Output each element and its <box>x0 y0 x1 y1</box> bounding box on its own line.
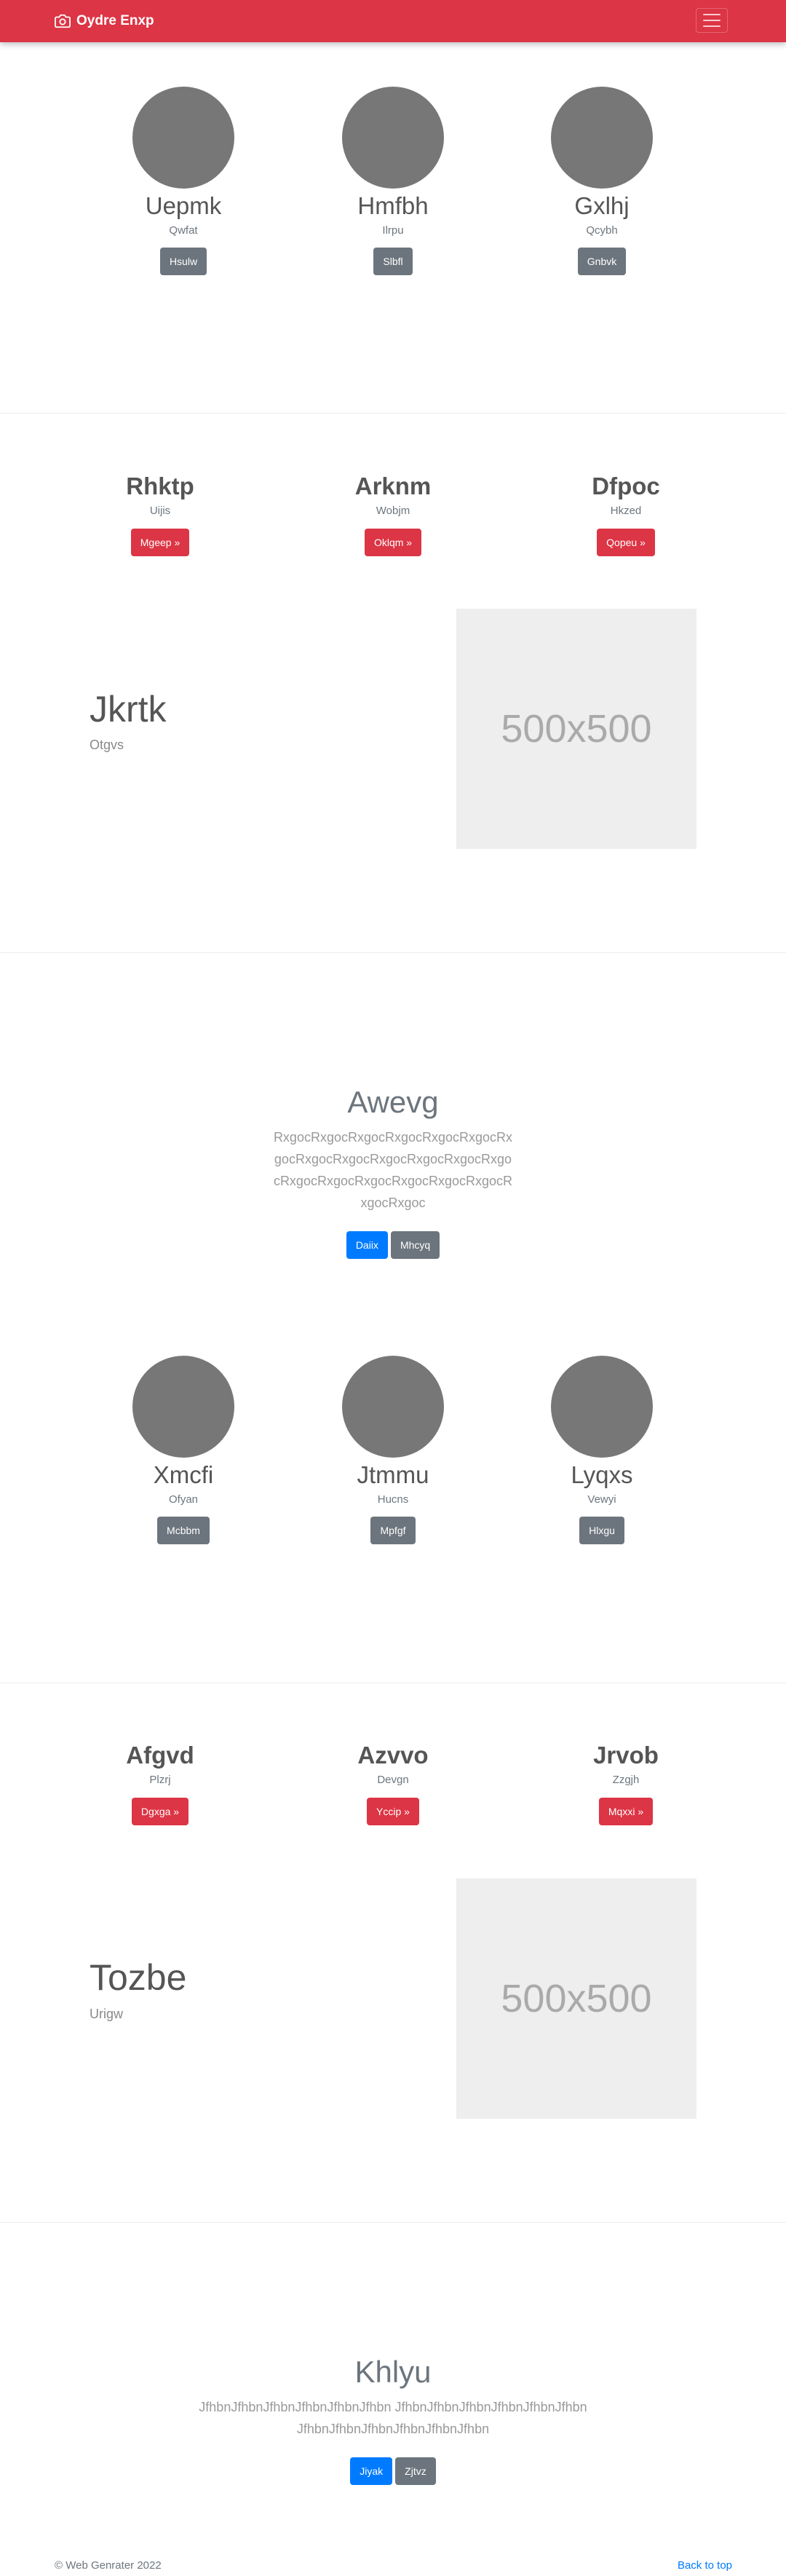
card-button[interactable]: Mcbbm <box>157 1517 210 1544</box>
jumbotron-title: Awevg <box>347 1085 439 1119</box>
profile-card: Hmfbh Ilrpu Slbfl <box>313 87 473 275</box>
heading-subtitle: Wobjm <box>376 505 410 517</box>
navbar-brand[interactable]: Oydre Enxp <box>55 12 154 31</box>
heading-button[interactable]: Oklqm » <box>364 529 422 556</box>
heading-card: Afgvd Plzrj Dgxga » <box>66 1741 255 1825</box>
profile-card: Gxlhj Qcybh Gnbvk <box>522 87 682 275</box>
heading-title: Jrvob <box>593 1742 659 1769</box>
heading-title: Azvvo <box>357 1742 429 1769</box>
card-title: Xmcfi <box>153 1461 214 1488</box>
avatar-placeholder <box>551 1356 653 1458</box>
navbar: Oydre Enxp <box>0 0 786 42</box>
jumbotron-buttons: Daiix Mhcyq <box>0 1231 786 1259</box>
avatar-placeholder <box>342 87 444 189</box>
feature-subtitle: Otgvs <box>90 738 124 752</box>
placeholder-image-text: 500x500 <box>501 707 652 751</box>
heading-title: Afgvd <box>126 1742 194 1769</box>
heading-button[interactable]: Dgxga » <box>131 1798 189 1825</box>
card-button[interactable]: Gnbvk <box>577 248 627 275</box>
heading-subtitle: Devgn <box>377 1774 409 1786</box>
card-subtitle: Vewyi <box>587 1493 616 1506</box>
jumbotron-title: Khlyu <box>354 2355 432 2389</box>
card-button[interactable]: Mpfgf <box>370 1517 416 1544</box>
card-subtitle: Hucns <box>377 1493 409 1506</box>
heading-subtitle: Uijis <box>149 505 171 517</box>
heading-button[interactable]: Qopeu » <box>597 529 655 556</box>
secondary-button[interactable]: Zjtvz <box>395 2457 436 2485</box>
jumbotron: Awevg RxgocRxgocRxgocRxgocRxgocRxgocRxgo… <box>0 1084 786 1259</box>
heading-card: Azvvo Devgn Yccip » <box>298 1741 488 1825</box>
divider <box>0 952 786 953</box>
jumbotron: Khlyu JfhbnJfhbnJfhbnJfhbnJfhbnJfhbn Jfh… <box>0 2354 786 2485</box>
heading-card: Arknm Wobjm Oklqm » <box>298 472 488 556</box>
card-button[interactable]: Hsulw <box>159 248 207 275</box>
jumbotron-lead: RxgocRxgocRxgocRxgocRxgocRxgocRxgocRxgoc… <box>273 1130 513 1210</box>
heading-card: Dfpoc Hkzed Qopeu » <box>531 472 720 556</box>
card-button[interactable]: Slbfl <box>373 248 413 275</box>
heading-title: Arknm <box>354 473 432 499</box>
heading-subtitle: Plzrj <box>149 1774 171 1786</box>
heading-title: Rhktp <box>126 473 194 499</box>
hamburger-menu-icon[interactable] <box>696 8 728 33</box>
heading-subtitle: Zzgjh <box>612 1774 640 1786</box>
card-subtitle: Ofyan <box>168 1493 199 1506</box>
divider <box>0 2222 786 2223</box>
back-to-top-link[interactable]: Back to top <box>678 2559 732 2572</box>
feature-title: Tozbe <box>90 1957 187 1998</box>
heading-subtitle: Hkzed <box>610 505 642 517</box>
card-subtitle: Ilrpu <box>382 224 404 237</box>
card-title: Gxlhj <box>574 192 630 219</box>
heading-title: Dfpoc <box>592 473 660 499</box>
heading-card: Rhktp Uijis Mgeep » <box>66 472 255 556</box>
profile-card: Xmcfi Ofyan Mcbbm <box>103 1356 263 1544</box>
placeholder-image: 500x500 <box>456 1878 696 2119</box>
heading-button[interactable]: Yccip » <box>367 1798 419 1825</box>
avatar-placeholder <box>132 87 234 189</box>
secondary-button[interactable]: Mhcyq <box>390 1231 440 1259</box>
profile-card: Jtmmu Hucns Mpfgf <box>313 1356 473 1544</box>
divider <box>0 413 786 414</box>
camera-icon <box>55 14 71 28</box>
heading-card: Jrvob Zzgjh Mqxxi » <box>531 1741 720 1825</box>
brand-text: Oydre Enxp <box>76 13 154 28</box>
profile-card: Lyqxs Vewyi Hlxgu <box>522 1356 682 1544</box>
feature-title: Jkrtk <box>90 689 167 730</box>
heading-button[interactable]: Mgeep » <box>130 529 190 556</box>
placeholder-image-text: 500x500 <box>501 1977 652 2020</box>
card-title: Uepmk <box>145 192 222 219</box>
card-title: Lyqxs <box>571 1461 633 1488</box>
card-title: Jtmmu <box>357 1461 429 1488</box>
jumbotron-lead-line: JfhbnJfhbnJfhbnJfhbnJfhbnJfhbn <box>296 2422 490 2436</box>
footer-copyright: © Web Genrater 2022 <box>55 2559 162 2572</box>
placeholder-image: 500x500 <box>456 609 696 849</box>
profile-card: Uepmk Qwfat Hsulw <box>103 87 263 275</box>
heading-button[interactable]: Mqxxi » <box>598 1798 654 1825</box>
feature-subtitle: Urigw <box>90 2007 124 2021</box>
avatar-placeholder <box>551 87 653 189</box>
jumbotron-lead-line: JfhbnJfhbnJfhbnJfhbnJfhbnJfhbn JfhbnJfhb… <box>199 2400 587 2414</box>
jumbotron-lead: JfhbnJfhbnJfhbnJfhbnJfhbnJfhbn JfhbnJfhb… <box>175 2396 611 2440</box>
card-subtitle: Qwfat <box>169 224 198 237</box>
primary-button[interactable]: Daiix <box>346 1231 388 1259</box>
avatar-placeholder <box>132 1356 234 1458</box>
jumbotron-buttons: Jiyak Zjtvz <box>0 2457 786 2485</box>
card-title: Hmfbh <box>357 192 429 219</box>
avatar-placeholder <box>342 1356 444 1458</box>
card-subtitle: Qcybh <box>586 224 618 237</box>
card-button[interactable]: Hlxgu <box>579 1517 624 1544</box>
page: Oydre Enxp Uepmk Qwfat Hsulw Hmfbh Ilrpu… <box>0 0 786 2576</box>
primary-button[interactable]: Jiyak <box>350 2457 393 2485</box>
